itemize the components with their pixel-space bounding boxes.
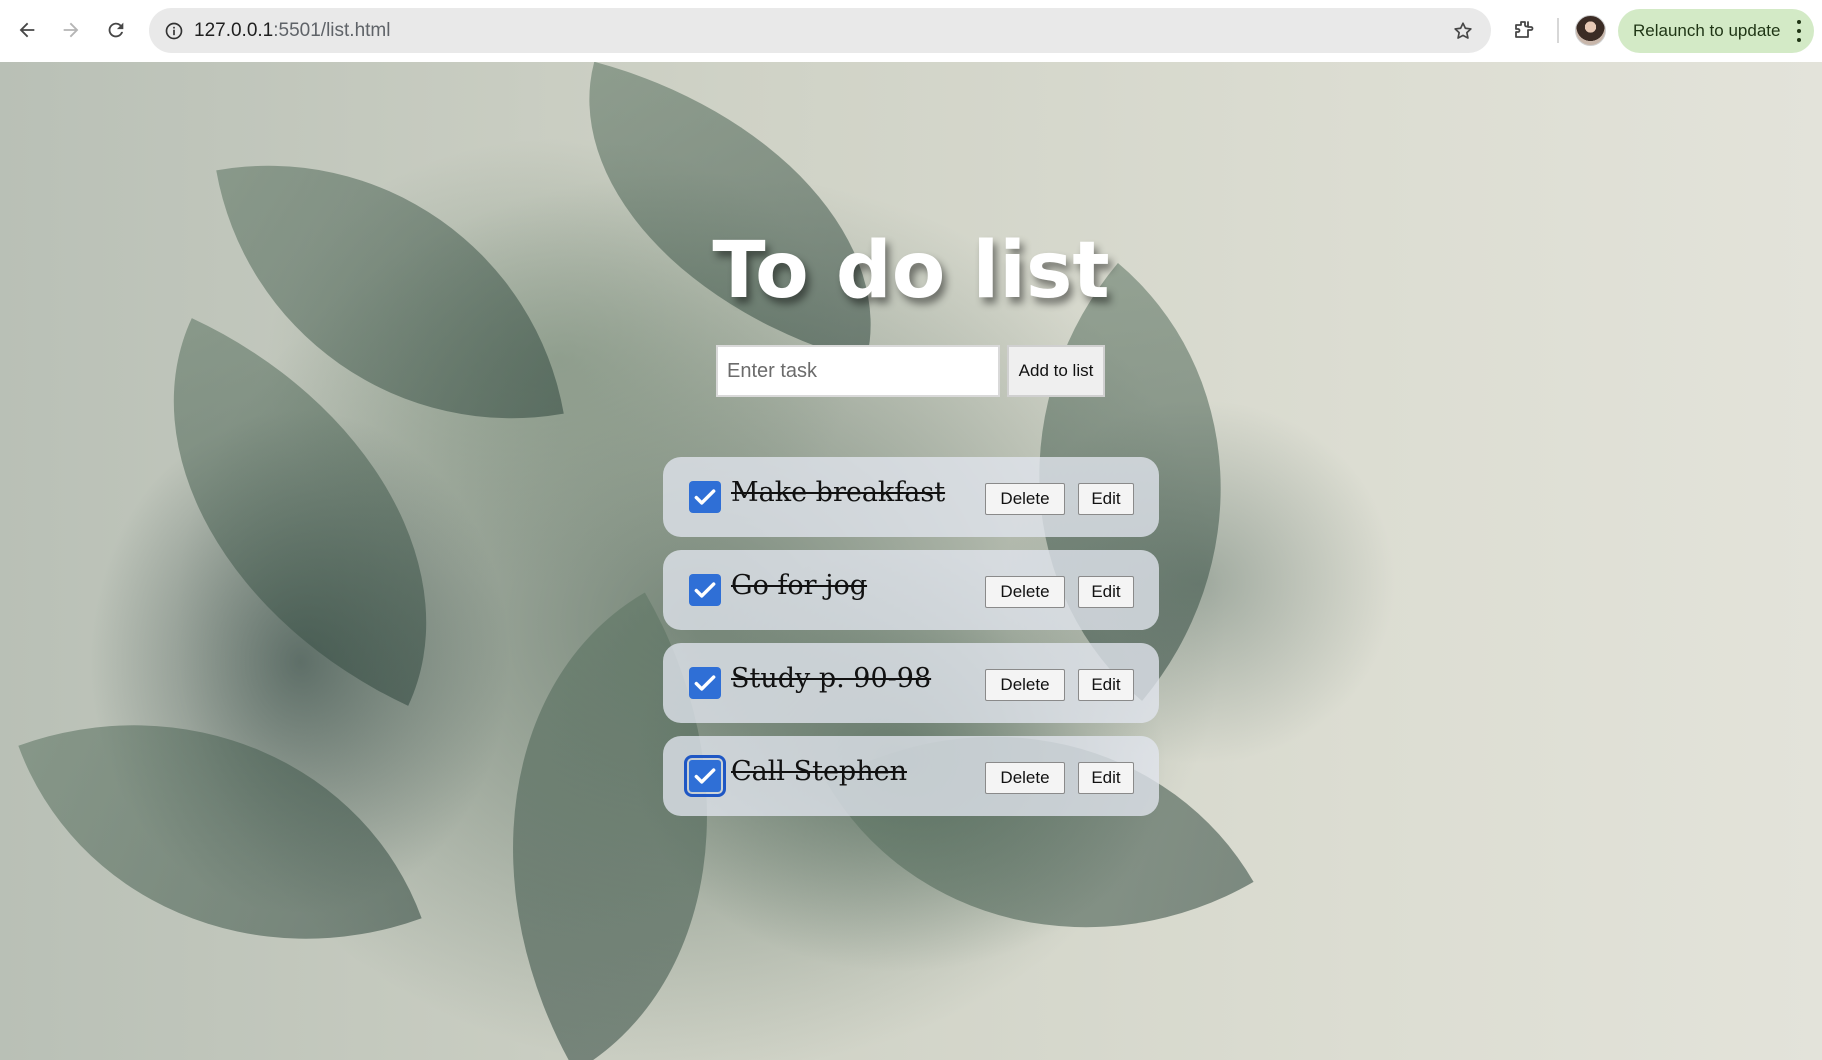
- todo-text: Make breakfast: [731, 477, 946, 508]
- check-icon: [694, 489, 716, 505]
- delete-button[interactable]: Delete: [985, 483, 1065, 515]
- edit-button[interactable]: Edit: [1078, 576, 1134, 608]
- site-info-icon[interactable]: [159, 16, 188, 45]
- task-input[interactable]: [716, 345, 1000, 397]
- delete-button[interactable]: Delete: [985, 762, 1065, 794]
- check-icon: [694, 675, 716, 691]
- check-icon: [694, 768, 716, 784]
- url-path: :5501/list.html: [273, 20, 391, 41]
- url-text[interactable]: 127.0.0.1:5501/list.html: [194, 20, 390, 42]
- url-host: 127.0.0.1: [194, 20, 274, 41]
- edit-button[interactable]: Edit: [1078, 483, 1134, 515]
- todo-checkbox[interactable]: [689, 574, 721, 606]
- todo-list: Make breakfast Delete Edit Go for jog De…: [663, 457, 1159, 829]
- background-leaf: [18, 636, 422, 1028]
- todo-checkbox[interactable]: [689, 667, 721, 699]
- back-arrow-icon: [19, 22, 35, 38]
- back-button[interactable]: [9, 12, 45, 48]
- forward-button[interactable]: [53, 12, 89, 48]
- todo-checkbox[interactable]: [684, 755, 726, 797]
- todo-item: Go for jog Delete Edit: [663, 550, 1159, 630]
- delete-button[interactable]: Delete: [985, 576, 1065, 608]
- reload-button[interactable]: [98, 12, 134, 48]
- todo-text: Call Stephen: [731, 756, 907, 787]
- background-leaf: [537, 62, 923, 363]
- todo-text: Go for jog: [731, 570, 868, 601]
- more-vert-icon[interactable]: [1796, 20, 1802, 42]
- delete-button[interactable]: Delete: [985, 669, 1065, 701]
- relaunch-button[interactable]: Relaunch to update: [1618, 9, 1814, 53]
- reload-icon: [108, 22, 124, 38]
- profile-avatar[interactable]: [1575, 15, 1606, 46]
- edit-button[interactable]: Edit: [1078, 762, 1134, 794]
- add-to-list-button[interactable]: Add to list: [1007, 345, 1105, 397]
- todo-checkbox[interactable]: [689, 481, 721, 513]
- page-title: To do list: [712, 226, 1110, 316]
- todo-item: Make breakfast Delete Edit: [663, 457, 1159, 537]
- todo-text: Study p. 90-98: [731, 663, 932, 694]
- todo-item: Study p. 90-98 Delete Edit: [663, 643, 1159, 723]
- todo-item: Call Stephen Delete Edit: [663, 736, 1159, 816]
- toolbar-divider: [1557, 18, 1559, 43]
- browser-toolbar: 127.0.0.1:5501/list.html Relaunch to upd…: [0, 0, 1822, 62]
- address-bar[interactable]: 127.0.0.1:5501/list.html: [149, 8, 1491, 53]
- forward-arrow-icon: [63, 22, 79, 38]
- edit-button[interactable]: Edit: [1078, 669, 1134, 701]
- check-icon: [694, 582, 716, 598]
- star-icon[interactable]: [1449, 17, 1476, 44]
- relaunch-label: Relaunch to update: [1633, 21, 1781, 40]
- extensions-icon[interactable]: [1507, 13, 1541, 47]
